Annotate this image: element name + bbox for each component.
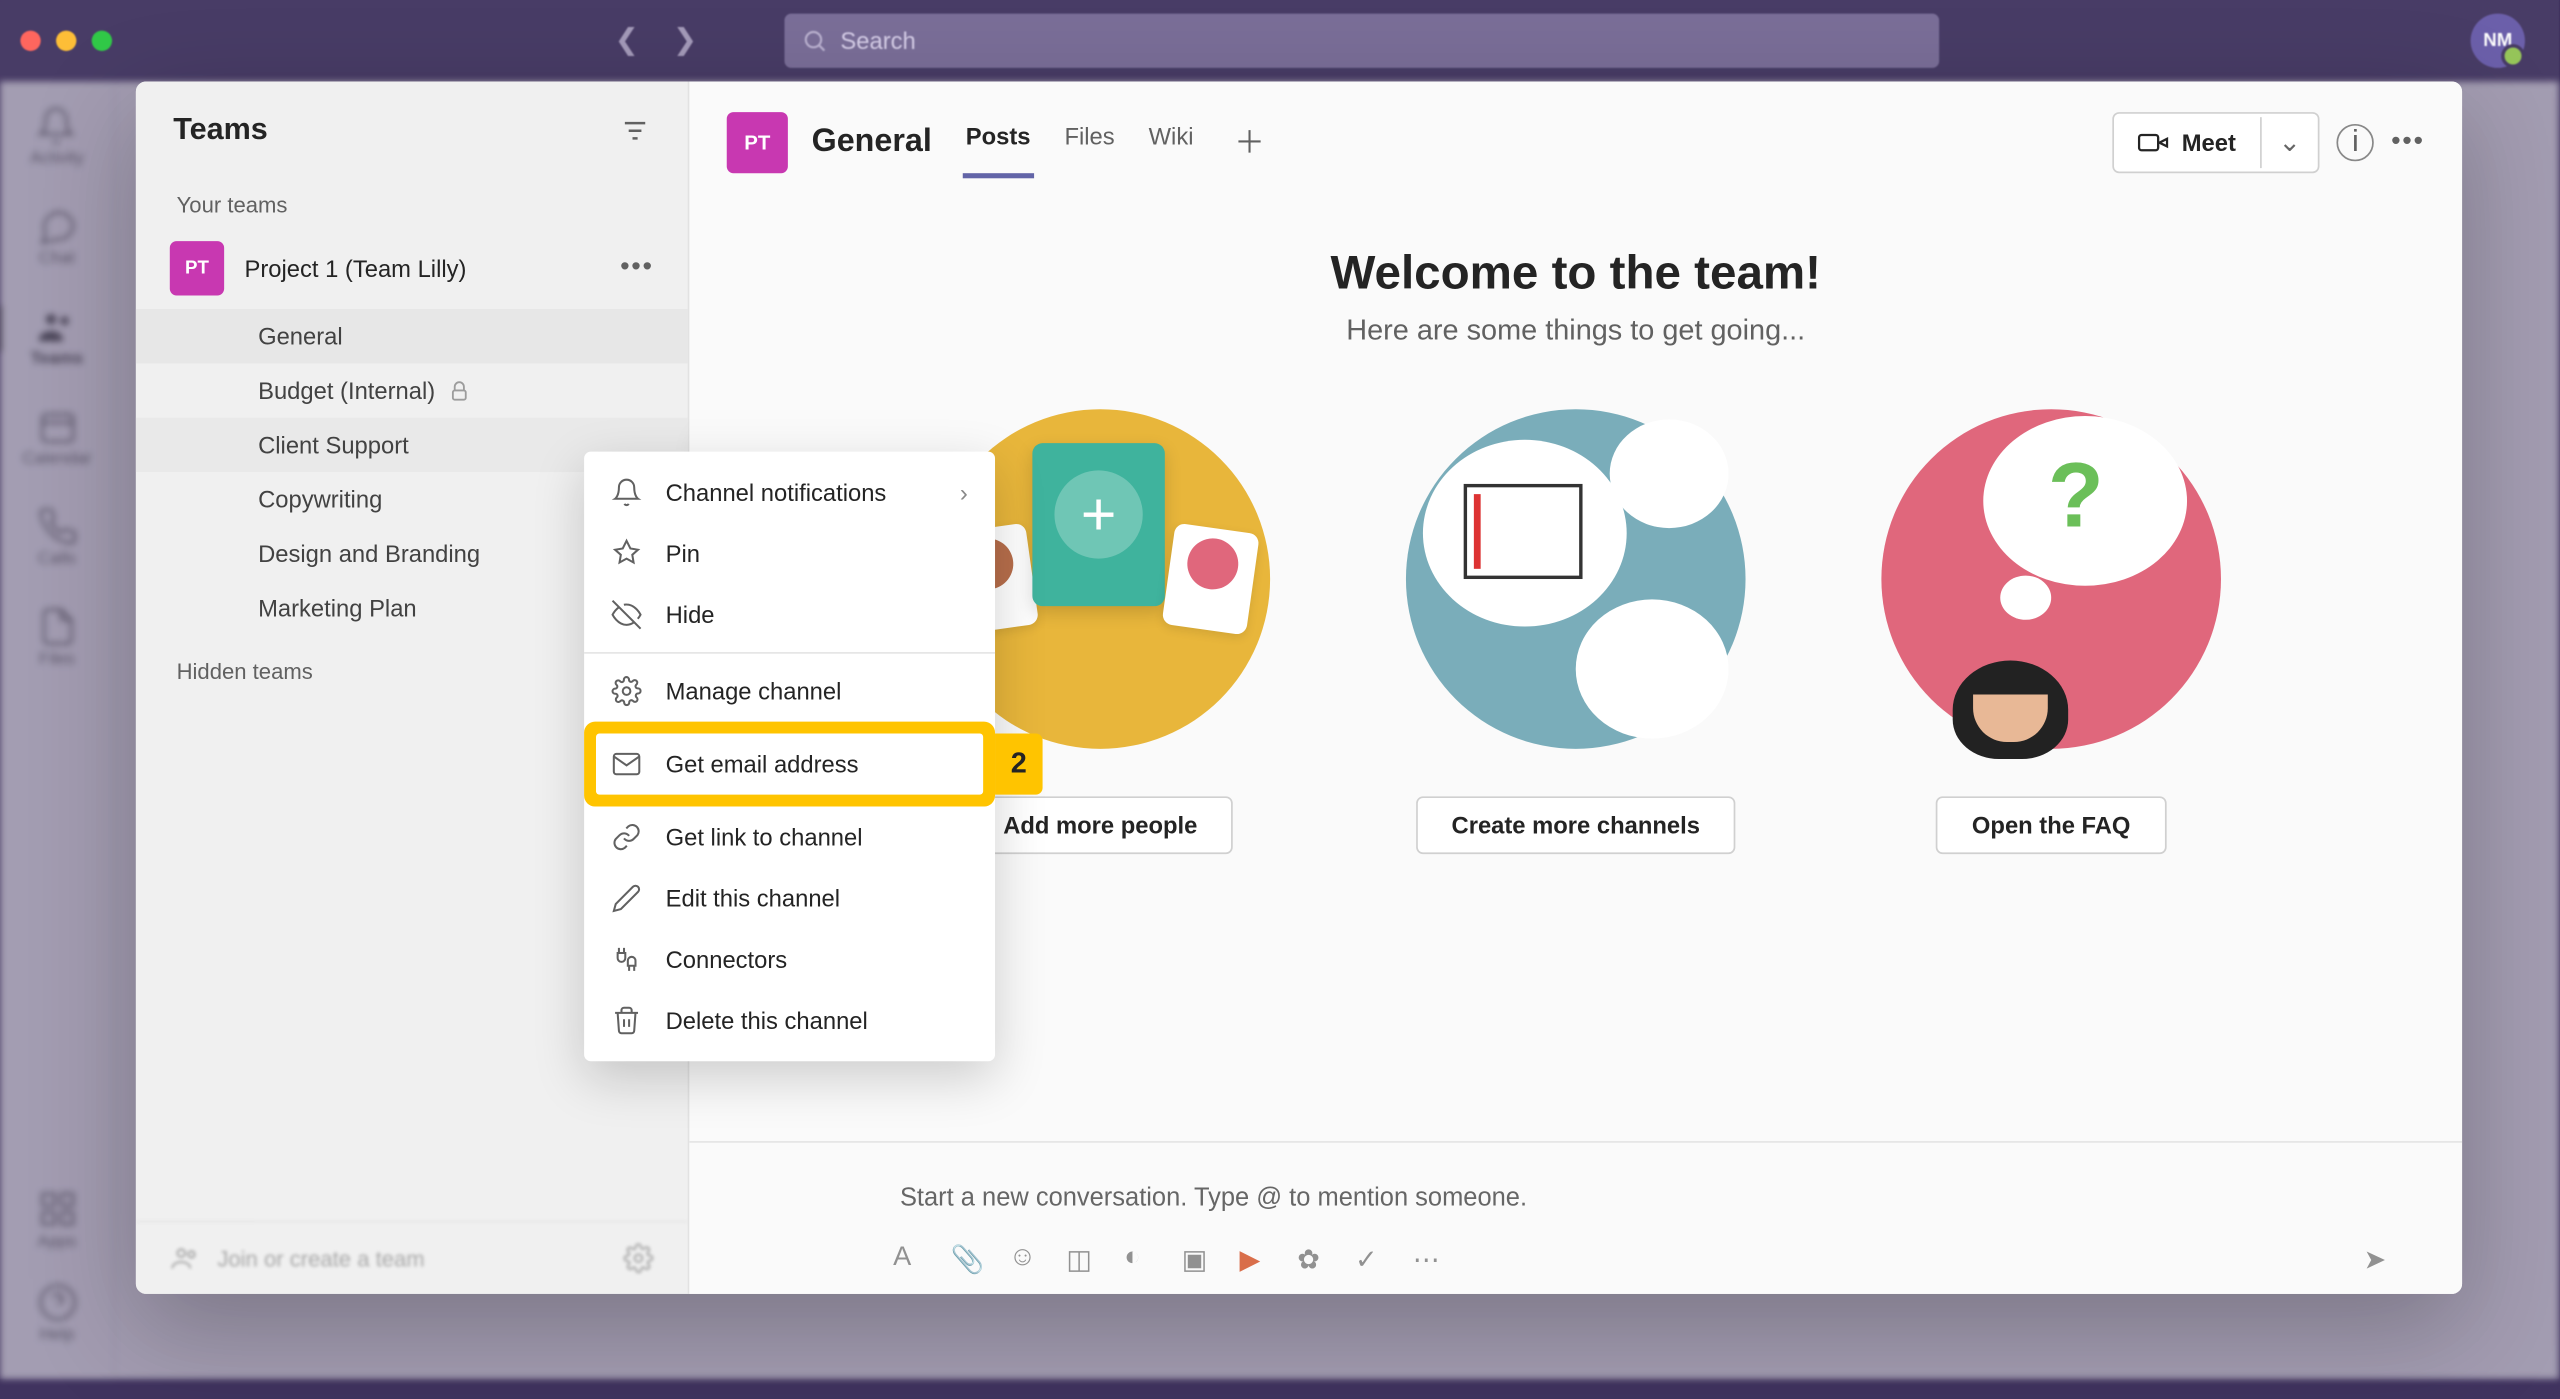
eye-off-icon [611,599,642,630]
channel-tabs: Posts Files Wiki ＋ [962,105,1275,178]
composer-input[interactable]: Start a new conversation. Type @ to ment… [893,1170,2394,1243]
lock-icon [449,380,471,402]
welcome-title: Welcome to the team! [757,246,2394,300]
link-icon [611,822,642,853]
pin-icon [611,538,642,569]
mail-icon [611,749,642,780]
approvals-icon[interactable]: ✓ [1355,1243,1386,1274]
gear-icon[interactable] [623,1243,654,1274]
channel-header: PT General Posts Files Wiki ＋ Meet ⌄ i •… [689,82,2462,179]
team-row[interactable]: PT Project 1 (Team Lilly) ••• [136,228,688,310]
menu-connectors[interactable]: Connectors [584,929,995,990]
open-faq-button[interactable]: Open the FAQ [1936,796,2166,854]
format-icon[interactable]: A [893,1243,924,1274]
menu-hide[interactable]: Hide [584,584,995,645]
people-icon [170,1243,201,1274]
menu-get-email-address[interactable]: Get email address 2 [596,734,983,795]
menu-get-link[interactable]: Get link to channel [584,807,995,868]
callout-badge-2: 2 [995,734,1043,795]
video-icon [2138,130,2169,154]
tab-posts[interactable]: Posts [962,105,1034,178]
illustration-open-faq: ? [1881,409,2221,749]
team-more-icon[interactable]: ••• [620,253,654,284]
menu-manage-channel[interactable]: Manage channel [584,661,995,722]
meet-chevron[interactable]: ⌄ [2261,113,2318,171]
welcome-subtitle: Here are some things to get going... [757,314,2394,348]
bell-icon [611,477,642,508]
gif-icon[interactable]: ◫ [1066,1243,1097,1274]
menu-separator [584,652,995,654]
menu-edit-channel[interactable]: Edit this channel [584,868,995,929]
teams-panel: Teams Your teams PT Project 1 (Team Lill… [136,82,2462,1294]
card-open-faq: ? Open the FAQ [1881,409,2221,854]
chevron-right-icon: › [960,479,968,506]
trash-icon [611,1005,642,1036]
your-teams-label: Your teams [136,171,688,227]
card-create-channels: Create more channels [1406,409,1746,854]
tab-files[interactable]: Files [1061,105,1118,178]
menu-pin[interactable]: Pin [584,523,995,584]
join-create-team[interactable]: Join or create a team [136,1221,688,1294]
channel-budget[interactable]: Budget (Internal) [136,363,688,417]
channel-title: General [812,123,932,160]
illustration-create-channels [1406,409,1746,749]
sticker-icon[interactable]: ◐ [1124,1243,1155,1274]
stream-icon[interactable]: ▶ [1240,1243,1271,1274]
create-more-channels-button[interactable]: Create more channels [1416,796,1736,854]
gear-icon [611,676,642,707]
send-icon[interactable]: ➤ [2364,1243,2395,1274]
sidebar-title: Teams [173,112,620,148]
tab-wiki[interactable]: Wiki [1145,105,1197,178]
team-name: Project 1 (Team Lilly) [245,255,600,282]
attach-icon[interactable]: 📎 [951,1243,982,1274]
header-more-icon[interactable]: ••• [2391,127,2425,158]
meet-button[interactable]: Meet ⌄ [2112,111,2320,172]
info-icon[interactable]: i [2337,123,2374,160]
composer-toolbar: A 📎 ☺ ◫ ◐ ▣ ▶ ✿ ✓ ⋯ ➤ [893,1243,2394,1274]
add-more-people-button[interactable]: Add more people [968,796,1233,854]
channel-general[interactable]: General [136,309,688,363]
more-apps-icon[interactable]: ⋯ [1413,1243,1444,1274]
connector-icon [611,944,642,975]
edit-icon [611,883,642,914]
menu-channel-notifications[interactable]: Channel notifications › [584,462,995,523]
filter-icon[interactable] [620,115,651,146]
emoji-icon[interactable]: ☺ [1009,1243,1040,1274]
praise-icon[interactable]: ✿ [1297,1243,1328,1274]
add-tab-button[interactable]: ＋ [1224,105,1275,178]
channel-context-menu: Channel notifications › Pin Hide Manage … [584,452,995,1062]
team-avatar: PT [170,241,224,295]
channel-avatar: PT [727,111,788,172]
menu-delete-channel[interactable]: Delete this channel [584,990,995,1051]
composer: Start a new conversation. Type @ to ment… [689,1141,2462,1294]
meet-now-icon[interactable]: ▣ [1182,1243,1213,1274]
